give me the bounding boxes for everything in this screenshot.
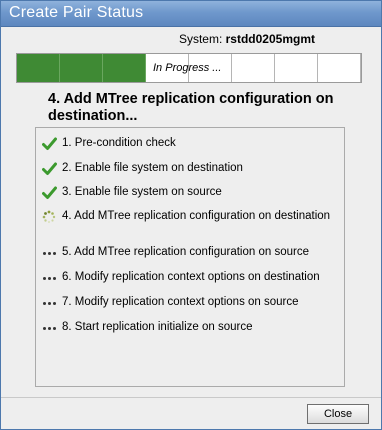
step-item: 4. Add MTree replication configuration o… — [41, 209, 341, 225]
progress-status-text: In Progress ... — [153, 62, 222, 74]
progress-segment — [17, 54, 60, 82]
step-item: 6. Modify replication context options on… — [41, 270, 341, 286]
check-icon — [41, 136, 57, 152]
pending-dots-icon — [41, 270, 57, 286]
close-button[interactable]: Close — [307, 404, 369, 424]
progress-segment — [60, 54, 103, 82]
footer-divider — [1, 397, 381, 398]
create-pair-status-dialog: Create Pair Status System: rstdd0205mgmt… — [0, 0, 382, 430]
step-item: 5. Add MTree replication configuration o… — [41, 245, 341, 261]
step-label: 6. Modify replication context options on… — [62, 271, 320, 283]
system-info: System: rstdd0205mgmt — [179, 32, 315, 46]
step-item: 8. Start replication initialize on sourc… — [41, 320, 341, 336]
progress-segment — [318, 54, 361, 82]
step-item: 3. Enable file system on source — [41, 185, 341, 201]
step-label: 1. Pre-condition check — [62, 137, 176, 149]
current-step-heading: 4. Add MTree replication configuration o… — [48, 91, 334, 124]
step-label: 2. Enable file system on destination — [62, 162, 243, 174]
step-label: 7. Modify replication context options on… — [62, 296, 299, 308]
pending-dots-icon — [41, 295, 57, 311]
check-icon — [41, 161, 57, 177]
step-item: 7. Modify replication context options on… — [41, 295, 341, 311]
system-name: rstdd0205mgmt — [225, 32, 315, 46]
progress-segment — [103, 54, 146, 82]
step-list: 1. Pre-condition check 2. Enable file sy… — [35, 127, 345, 387]
system-label: System: — [178, 32, 223, 46]
step-label: 3. Enable file system on source — [62, 186, 222, 198]
step-label: 4. Add MTree replication configuration o… — [62, 210, 331, 222]
progress-bar: In Progress ... — [16, 53, 362, 83]
check-icon — [41, 185, 57, 201]
step-item: 1. Pre-condition check — [41, 136, 341, 152]
dialog-titlebar[interactable]: Create Pair Status — [1, 1, 381, 27]
dialog-title: Create Pair Status — [9, 4, 144, 21]
step-label: 8. Start replication initialize on sourc… — [62, 321, 253, 333]
step-item: 2. Enable file system on destination — [41, 161, 341, 177]
pending-dots-icon — [41, 245, 57, 261]
progress-segment — [275, 54, 318, 82]
spinner-icon — [41, 209, 57, 225]
step-label: 5. Add MTree replication configuration o… — [62, 246, 309, 258]
progress-segment — [232, 54, 275, 82]
pending-dots-icon — [41, 320, 57, 336]
